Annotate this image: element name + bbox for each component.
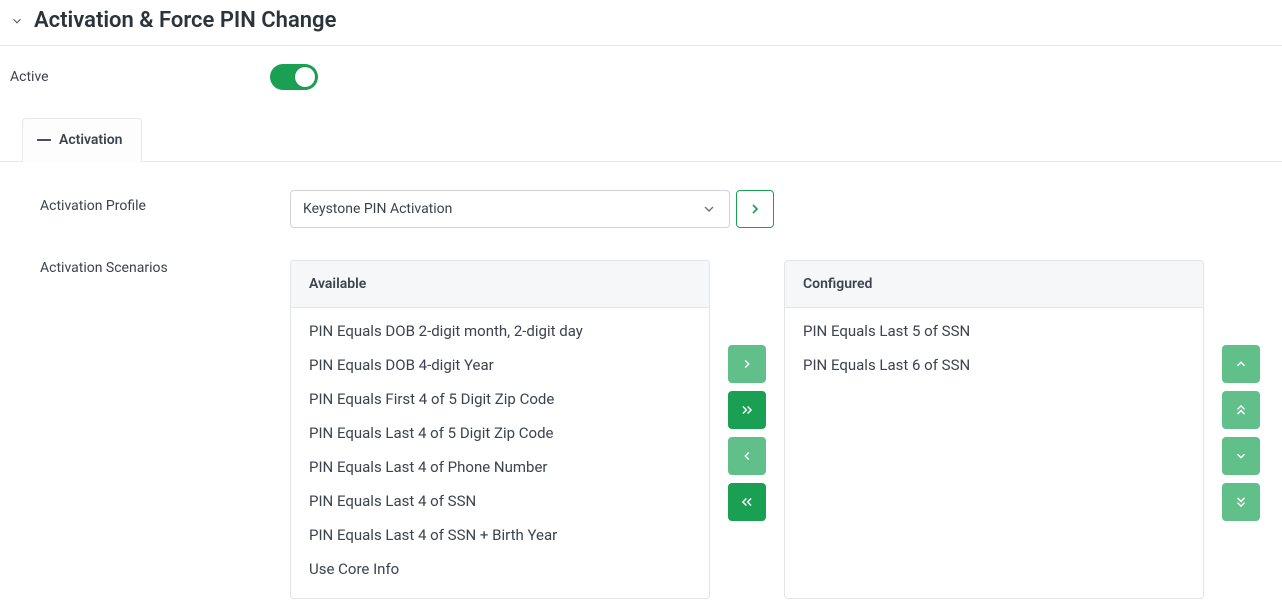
move-right-button[interactable] [728, 345, 766, 383]
activation-profile-select[interactable]: Keystone PIN Activation [290, 190, 730, 228]
configured-item[interactable]: PIN Equals Last 5 of SSN [785, 314, 1203, 348]
tab-label: Activation [59, 132, 123, 148]
activation-scenarios-label: Activation Scenarios [0, 252, 290, 276]
move-all-right-button[interactable] [728, 391, 766, 429]
tab-activation[interactable]: Activation [22, 118, 142, 162]
available-item[interactable]: PIN Equals Last 4 of Phone Number [291, 450, 709, 484]
active-label: Active [10, 69, 270, 85]
available-item[interactable]: PIN Equals First 4 of 5 Digit Zip Code [291, 382, 709, 416]
activation-profile-label: Activation Profile [0, 190, 290, 214]
move-left-button[interactable] [728, 437, 766, 475]
available-item[interactable]: PIN Equals Last 4 of SSN [291, 484, 709, 518]
active-toggle[interactable] [270, 64, 318, 90]
chevron-down-icon [701, 201, 717, 217]
profile-navigate-button[interactable] [736, 190, 774, 228]
activation-profile-value: Keystone PIN Activation [303, 201, 452, 217]
available-item[interactable]: PIN Equals DOB 2-digit month, 2-digit da… [291, 314, 709, 348]
available-item[interactable]: Use Core Info [291, 552, 709, 586]
move-down-button[interactable] [1222, 437, 1260, 475]
configured-listbox: Configured PIN Equals Last 5 of SSNPIN E… [784, 260, 1204, 599]
section-title: Activation & Force PIN Change [34, 8, 336, 33]
available-item[interactable]: PIN Equals Last 4 of 5 Digit Zip Code [291, 416, 709, 450]
collapse-toggle-icon[interactable] [10, 14, 24, 28]
available-listbox: Available PIN Equals DOB 2-digit month, … [290, 260, 710, 599]
available-header: Available [291, 261, 709, 308]
configured-item[interactable]: PIN Equals Last 6 of SSN [785, 348, 1203, 382]
move-bottom-button[interactable] [1222, 483, 1260, 521]
move-top-button[interactable] [1222, 345, 1260, 383]
available-item[interactable]: PIN Equals DOB 4-digit Year [291, 348, 709, 382]
available-item[interactable]: PIN Equals Last 4 of SSN + Birth Year [291, 518, 709, 552]
move-up-button[interactable] [1222, 391, 1260, 429]
move-all-left-button[interactable] [728, 483, 766, 521]
configured-header: Configured [785, 261, 1203, 308]
minus-icon [37, 139, 51, 141]
